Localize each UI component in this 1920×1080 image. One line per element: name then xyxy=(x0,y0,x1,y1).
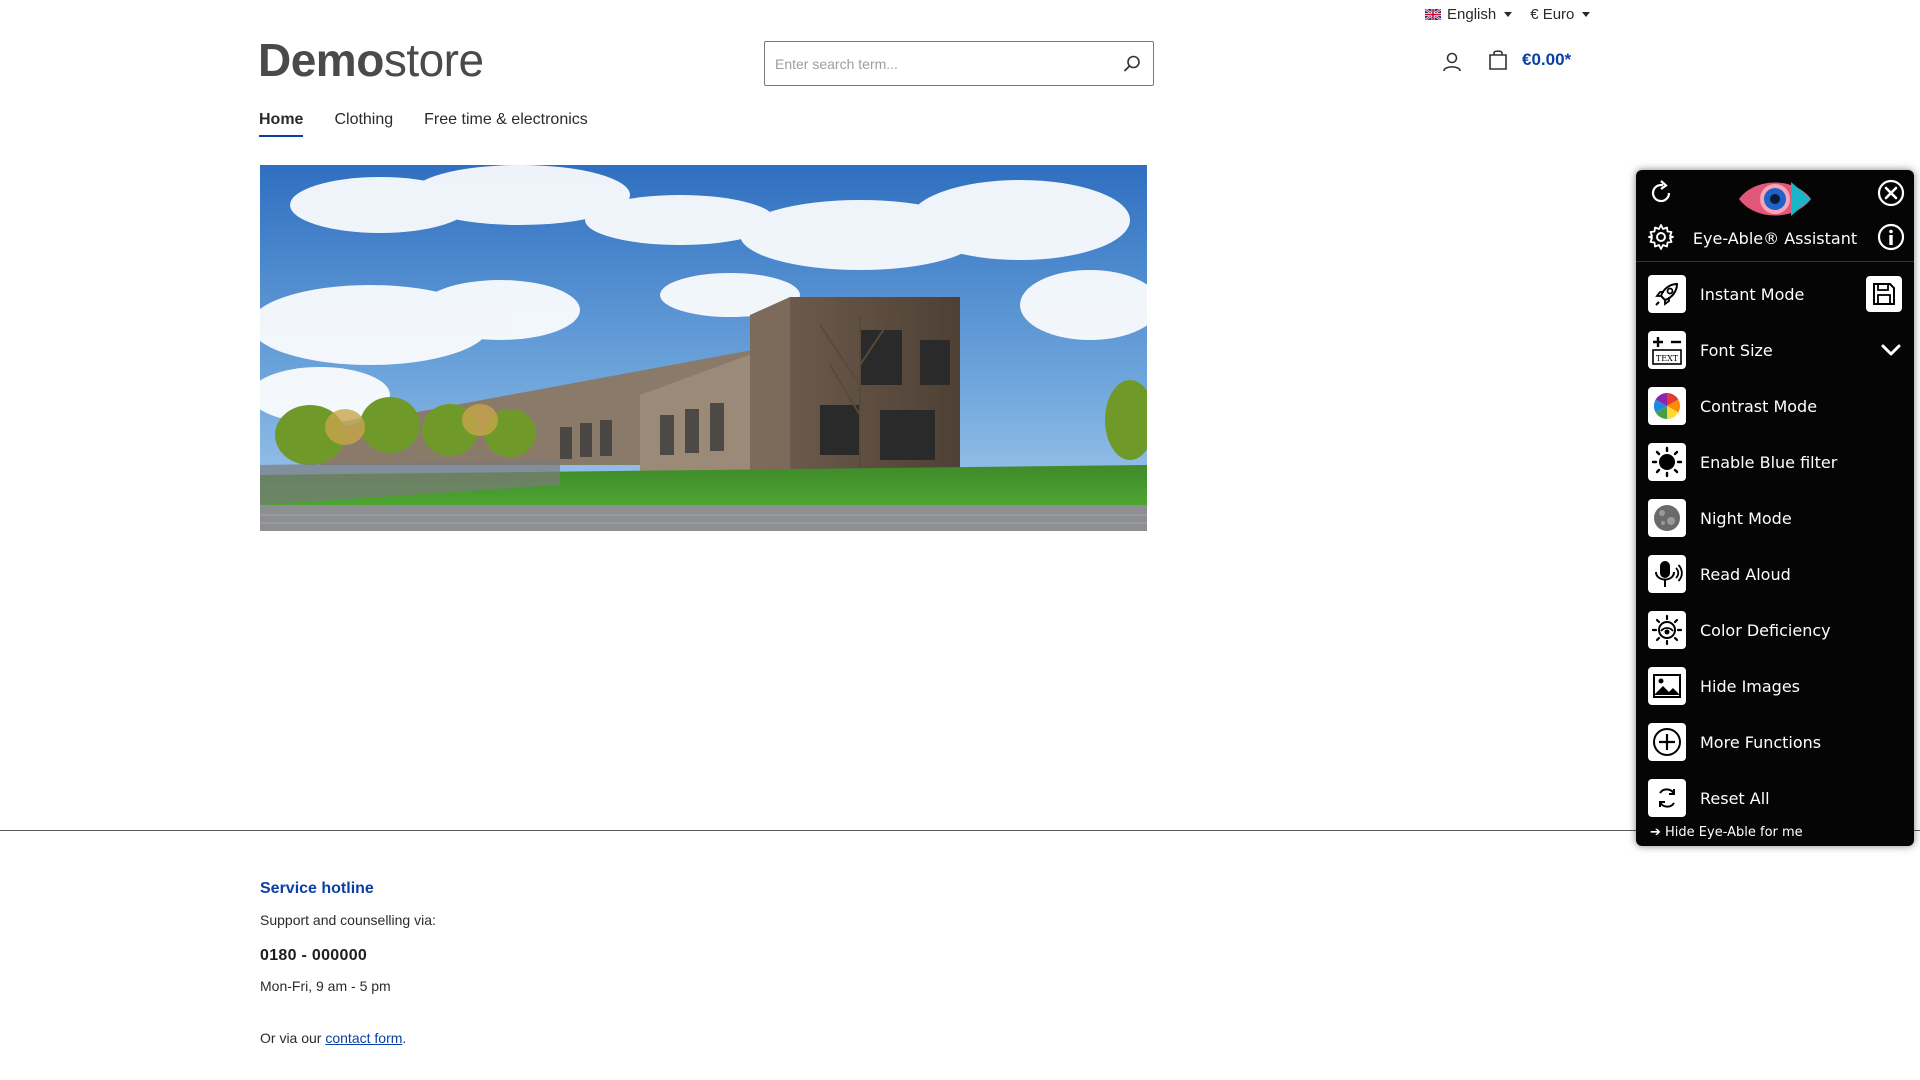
uk-flag-icon xyxy=(1425,9,1441,20)
sun-icon xyxy=(1648,443,1686,481)
microphone-icon xyxy=(1648,555,1686,593)
service-hotline-title: Service hotline xyxy=(260,880,374,897)
eye-able-item-label: Hide Images xyxy=(1700,676,1801,696)
image-icon xyxy=(1648,667,1686,705)
eye-able-header: Eye-Able® Assistant xyxy=(1636,170,1914,262)
reset-icon xyxy=(1648,779,1686,817)
search-button[interactable] xyxy=(1111,42,1153,85)
hide-eye-able-link[interactable]: ➔ Hide Eye-Able for me xyxy=(1650,825,1803,840)
nav-item-clothing[interactable]: Clothing xyxy=(334,111,393,137)
eye-able-instant-mode[interactable]: Instant Mode xyxy=(1636,266,1914,322)
moon-icon xyxy=(1648,499,1686,537)
shopping-bag-icon xyxy=(1489,50,1507,70)
eye-able-item-label: Instant Mode xyxy=(1700,284,1805,304)
rocket-icon xyxy=(1648,275,1686,313)
eye-able-item-label: Enable Blue filter xyxy=(1700,452,1838,472)
chevron-down-icon xyxy=(1504,12,1513,17)
eye-able-close-button[interactable] xyxy=(1876,178,1906,208)
footer-divider xyxy=(0,830,1920,831)
eye-able-reset-all[interactable]: Reset All xyxy=(1636,770,1914,826)
floppy-disk-icon xyxy=(1873,283,1895,305)
store-logo[interactable]: Demostore xyxy=(258,36,484,84)
eye-able-logo-icon xyxy=(1735,174,1815,224)
nav-item-free-time-electronics[interactable]: Free time & electronics xyxy=(424,111,588,137)
eye-sun-icon xyxy=(1648,611,1686,649)
eye-able-hide-images[interactable]: Hide Images xyxy=(1636,658,1914,714)
save-settings-button[interactable] xyxy=(1866,276,1902,312)
svg-text:TEXT: TEXT xyxy=(1656,354,1679,363)
account-button[interactable] xyxy=(1440,50,1464,74)
eye-able-title: Eye-Able® Assistant xyxy=(1692,229,1858,248)
eye-able-read-aloud[interactable]: Read Aloud xyxy=(1636,546,1914,602)
language-dropdown[interactable]: English xyxy=(1425,6,1513,23)
eye-able-function-list: Instant Mode TEXT Font Size Contrast Mod… xyxy=(1636,266,1914,826)
text-size-icon: TEXT xyxy=(1648,331,1686,369)
currency-dropdown[interactable]: € Euro xyxy=(1530,6,1591,23)
search-icon xyxy=(1124,55,1140,71)
close-icon xyxy=(1877,179,1905,207)
eye-able-item-label: Night Mode xyxy=(1700,508,1792,528)
eye-able-item-label: Color Deficiency xyxy=(1700,620,1831,640)
eye-able-item-label: Reset All xyxy=(1700,788,1770,808)
language-label: English xyxy=(1447,6,1497,23)
eye-able-refresh-button[interactable] xyxy=(1646,178,1676,208)
eye-able-item-label: Contrast Mode xyxy=(1700,396,1818,416)
font-size-expand-button[interactable] xyxy=(1880,339,1902,361)
eye-able-night-mode[interactable]: Night Mode xyxy=(1636,490,1914,546)
eye-able-more-functions[interactable]: More Functions xyxy=(1636,714,1914,770)
logo-bold-text: Demo xyxy=(258,34,384,86)
service-hours: Mon-Fri, 9 am - 5 pm xyxy=(260,978,391,994)
search-bar xyxy=(764,41,1154,86)
refresh-icon xyxy=(1651,180,1671,203)
eye-able-item-label: More Functions xyxy=(1700,732,1822,752)
service-phone-number: 0180 - 000000 xyxy=(260,947,368,964)
chevron-down-icon xyxy=(1582,12,1591,17)
currency-label: € Euro xyxy=(1530,6,1575,23)
contact-prefix: Or via our xyxy=(260,1030,326,1046)
eye-able-item-label: Read Aloud xyxy=(1700,564,1791,584)
hero-banner-image xyxy=(260,165,1147,531)
topbar: English € Euro xyxy=(1425,6,1591,23)
chevron-down-icon xyxy=(1881,344,1901,356)
contact-line: Or via our contact form. xyxy=(260,1030,406,1046)
contact-form-link[interactable]: contact form xyxy=(325,1030,402,1046)
nav-item-home[interactable]: Home xyxy=(259,111,304,137)
logo-light-text: store xyxy=(383,34,484,86)
cart-total: €0.00* xyxy=(1522,50,1572,69)
user-icon xyxy=(1443,52,1461,72)
eye-able-blue-filter[interactable]: Enable Blue filter xyxy=(1636,434,1914,490)
eye-able-item-label: Font Size xyxy=(1700,340,1773,360)
eye-able-color-deficiency[interactable]: Color Deficiency xyxy=(1636,602,1914,658)
contact-suffix: . xyxy=(402,1030,407,1046)
eye-able-font-size[interactable]: TEXT Font Size xyxy=(1636,322,1914,378)
search-input[interactable] xyxy=(765,42,1111,85)
color-wheel-icon xyxy=(1648,387,1686,425)
cart-button[interactable]: €0.00* xyxy=(1486,48,1571,72)
eye-able-contrast-mode[interactable]: Contrast Mode xyxy=(1636,378,1914,434)
eye-able-info-button[interactable] xyxy=(1876,222,1906,252)
plus-circle-icon xyxy=(1648,723,1686,761)
service-hotline-subtitle: Support and counselling via: xyxy=(260,912,436,928)
main-navigation: Home Clothing Free time & electronics xyxy=(259,111,588,137)
info-icon xyxy=(1877,223,1905,251)
eye-able-panel: Eye-Able® Assistant Instant Mode TEXT Fo… xyxy=(1636,170,1914,846)
